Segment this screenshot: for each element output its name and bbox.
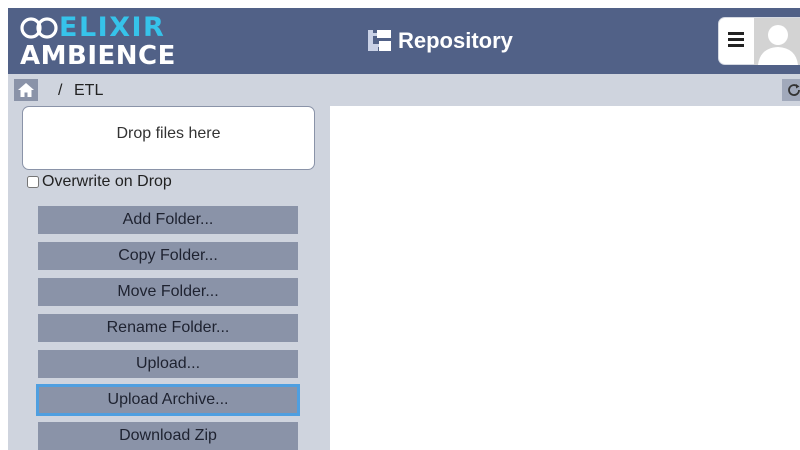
breadcrumb-separator: / (58, 82, 63, 99)
breadcrumb-current-folder[interactable]: ETL (74, 82, 103, 100)
breadcrumb: / ETL (8, 74, 800, 106)
home-button[interactable] (14, 79, 38, 101)
refresh-button[interactable] (782, 79, 800, 101)
sidebar: Drop files here Overwrite on Drop Add Fo… (8, 106, 330, 450)
home-icon (18, 83, 34, 97)
logo-top-row: ELIXIR (20, 14, 165, 42)
overwrite-option[interactable]: Overwrite on Drop (26, 172, 172, 192)
infinity-logo-icon (20, 17, 58, 39)
app-header: ELIXIR AMBIENCE Repository (8, 8, 800, 74)
page-title-group: Repository (367, 26, 513, 56)
page-title: Repository (398, 28, 513, 53)
file-dropzone[interactable]: Drop files here (22, 106, 315, 170)
brand-logo[interactable]: ELIXIR AMBIENCE (20, 14, 175, 71)
refresh-icon (788, 84, 800, 96)
rename-folder-button[interactable]: Rename Folder... (38, 314, 298, 342)
content-area (330, 106, 800, 450)
hamburger-menu-icon[interactable] (728, 32, 746, 50)
overwrite-checkbox[interactable] (27, 176, 39, 188)
upload-button[interactable]: Upload... (38, 350, 298, 378)
user-avatar-icon[interactable] (754, 18, 800, 65)
copy-folder-button[interactable]: Copy Folder... (38, 242, 298, 270)
logo-text-top: ELIXIR (59, 12, 166, 43)
upload-archive-button[interactable]: Upload Archive... (36, 384, 300, 416)
move-folder-button[interactable]: Move Folder... (38, 278, 298, 306)
user-menu[interactable] (718, 17, 800, 65)
dropzone-label: Drop files here (116, 125, 221, 142)
download-zip-button[interactable]: Download Zip (38, 422, 298, 450)
overwrite-label: Overwrite on Drop (42, 173, 172, 190)
logo-text-bottom: AMBIENCE (20, 41, 176, 71)
add-folder-button[interactable]: Add Folder... (38, 206, 298, 234)
folder-tree-icon (368, 30, 391, 51)
app-window: ELIXIR AMBIENCE Repository / ETL Drop fi… (8, 8, 800, 450)
